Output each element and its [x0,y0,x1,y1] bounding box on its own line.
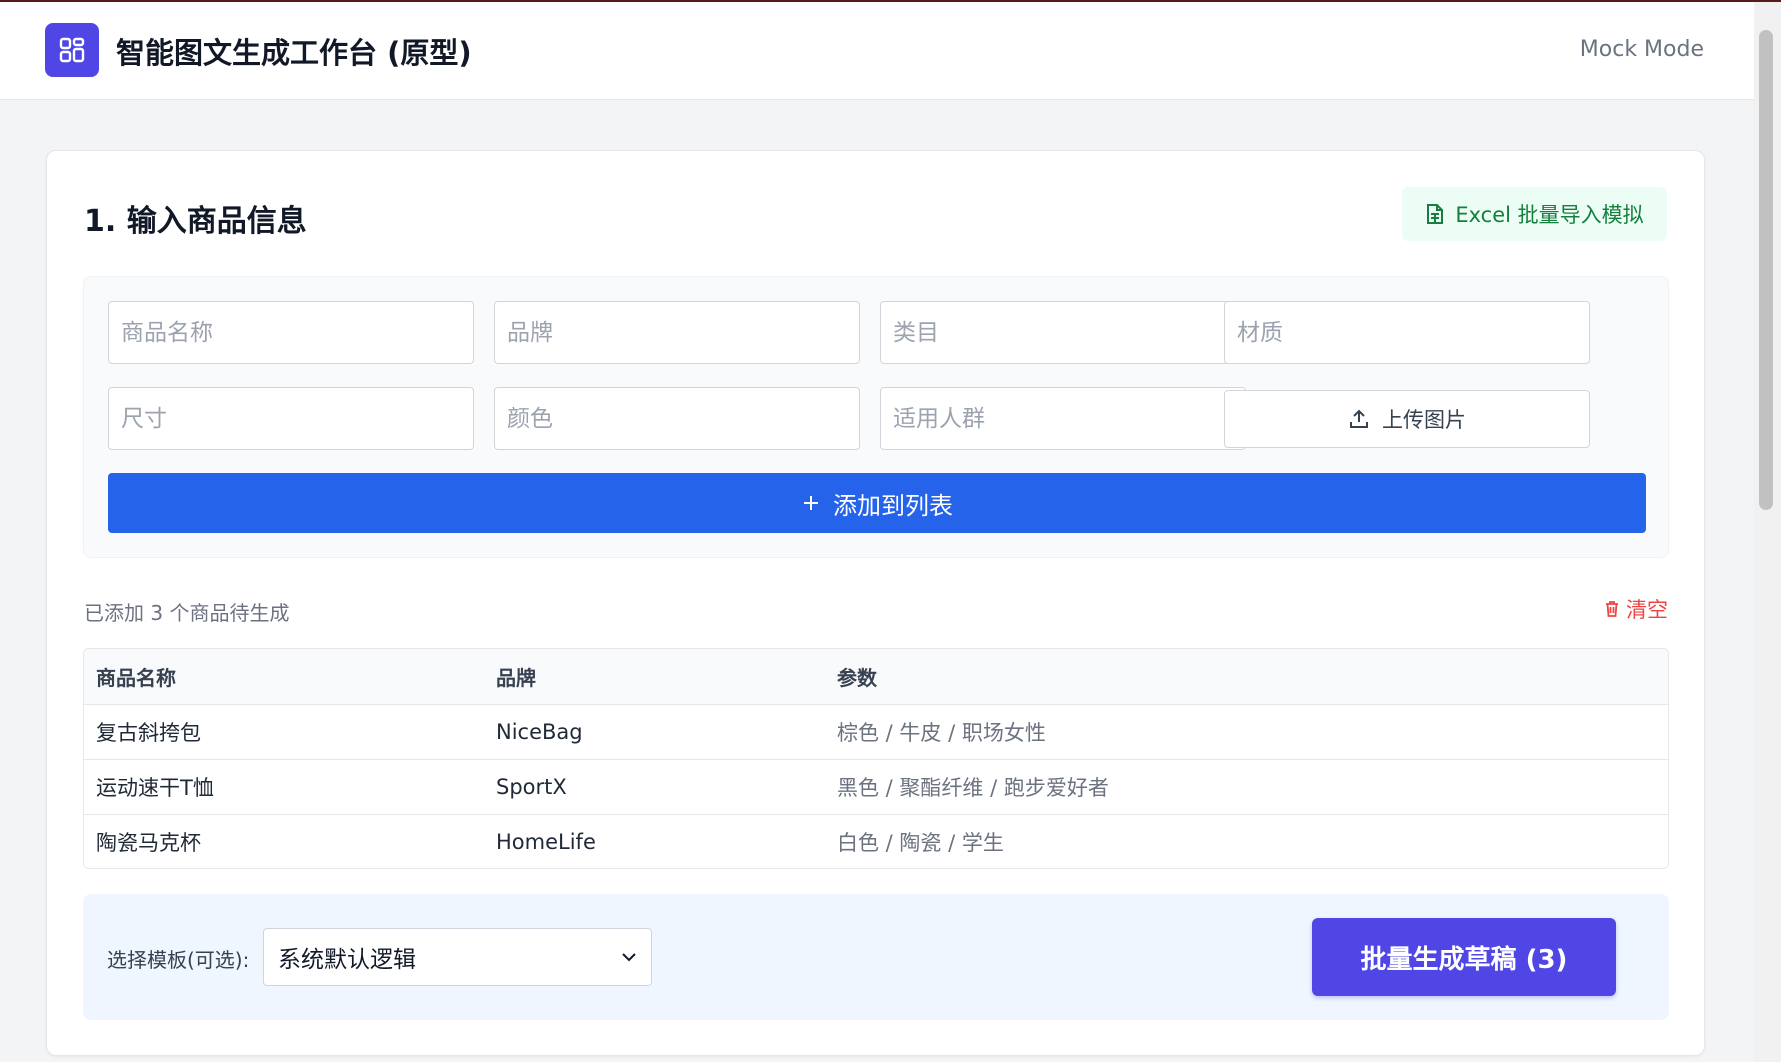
mode-label: Mock Mode [1579,37,1704,62]
table-row: 复古斜挎包 NiceBag 棕色 / 牛皮 / 职场女性 [84,704,1668,759]
material-input[interactable] [1224,301,1590,364]
clear-list-button[interactable]: 清空 [1604,594,1668,624]
excel-import-label: Excel 批量导入模拟 [1455,203,1644,227]
product-form: 上传图片 添加到列表 [83,276,1669,558]
audience-input[interactable] [880,387,1246,450]
color-input[interactable] [494,387,860,450]
template-select[interactable]: 系统默认逻辑 [263,928,652,986]
app-window: 智能图文生成工作台 (原型) Mock Mode 1. 输入商品信息 Excel… [0,0,1781,1062]
template-label: 选择模板(可选): [107,948,250,972]
column-header-params: 参数 [837,665,877,690]
plus-icon [804,496,818,510]
cell-product-name: 陶瓷马克杯 [96,830,201,855]
column-header-brand: 品牌 [496,665,536,690]
cell-params: 白色 / 陶瓷 / 学生 [837,830,1004,855]
excel-import-button[interactable]: Excel 批量导入模拟 [1402,187,1667,241]
scrollbar-thumb[interactable] [1759,30,1773,510]
column-header-name: 商品名称 [96,665,176,690]
chevron-down-icon [622,953,636,962]
product-name-input[interactable] [108,301,474,364]
batch-generate-button[interactable]: 批量生成草稿 (3) [1312,918,1616,996]
add-to-list-label: 添加到列表 [833,491,953,520]
template-selected-value: 系统默认逻辑 [278,947,416,973]
add-to-list-button[interactable]: 添加到列表 [108,473,1646,533]
upload-icon [1350,409,1368,428]
cell-product-name: 复古斜挎包 [96,720,201,745]
product-table: 商品名称 品牌 参数 复古斜挎包 NiceBag 棕色 / 牛皮 / 职场女性 … [83,648,1669,869]
table-row: 陶瓷马克杯 HomeLife 白色 / 陶瓷 / 学生 [84,814,1668,868]
cell-brand: NiceBag [496,719,583,744]
item-count-text: 已添加 3 个商品待生成 [84,601,290,625]
cell-brand: SportX [496,774,567,799]
cell-brand: HomeLife [496,829,596,854]
cell-params: 棕色 / 牛皮 / 职场女性 [837,720,1046,745]
upload-image-label: 上传图片 [1382,408,1466,432]
app-title: 智能图文生成工作台 (原型) [116,36,472,70]
spreadsheet-icon [1427,204,1444,224]
brand-input[interactable] [494,301,860,364]
trash-icon [1606,601,1618,617]
size-input[interactable] [108,387,474,450]
clear-label: 清空 [1626,598,1668,622]
cell-params: 黑色 / 聚酯纤维 / 跑步爱好者 [837,775,1109,800]
upload-image-button[interactable]: 上传图片 [1224,390,1590,448]
top-bar: 智能图文生成工作台 (原型) Mock Mode [0,2,1754,100]
cell-product-name: 运动速干T恤 [96,775,214,800]
grid-icon [45,23,99,77]
section-title: 1. 输入商品信息 [84,204,307,239]
generate-panel: 选择模板(可选): 系统默认逻辑 批量生成草稿 (3) [83,894,1669,1020]
table-header-row: 商品名称 品牌 参数 [84,649,1668,704]
category-input[interactable] [880,301,1246,364]
product-input-card: 1. 输入商品信息 Excel 批量导入模拟 上传图片 [46,150,1705,1056]
table-row: 运动速干T恤 SportX 黑色 / 聚酯纤维 / 跑步爱好者 [84,759,1668,814]
